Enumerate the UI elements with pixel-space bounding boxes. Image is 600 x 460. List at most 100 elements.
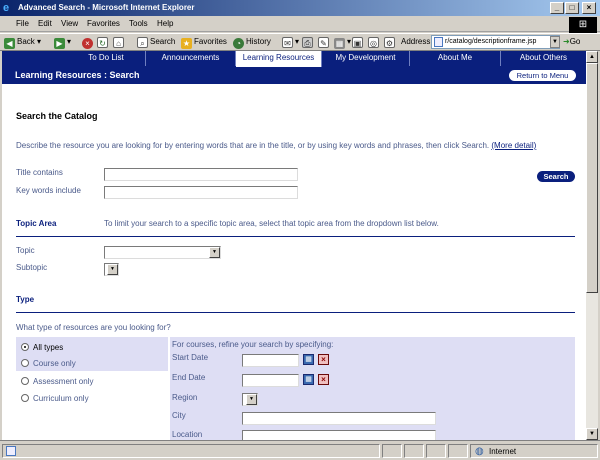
radio-all-types[interactable]: [21, 343, 29, 351]
stop-icon: ×: [82, 38, 93, 49]
discuss-button[interactable]: ▦ ▾: [334, 37, 351, 49]
region-label: Region: [172, 393, 198, 402]
menu-help[interactable]: Help: [157, 19, 173, 28]
start-date-label: Start Date: [172, 353, 209, 362]
mail-icon: ✉: [282, 37, 293, 48]
window-title: Advanced Search - Microsoft Internet Exp…: [18, 3, 195, 12]
scroll-down-icon[interactable]: ▼: [586, 428, 598, 440]
status-panel: [382, 444, 402, 458]
page-icon: [434, 37, 443, 47]
print-button[interactable]: ⎙: [302, 37, 315, 48]
back-button[interactable]: ◀ Back ▾: [4, 37, 41, 49]
close-button[interactable]: ×: [582, 2, 596, 14]
region-select[interactable]: ▼: [242, 393, 258, 406]
menu-favorites[interactable]: Favorites: [87, 19, 120, 28]
menu-edit[interactable]: Edit: [38, 19, 52, 28]
chevron-down-icon: ▼: [246, 394, 257, 405]
zone-label: Internet: [489, 447, 517, 456]
topic-select[interactable]: ▼: [104, 246, 221, 259]
search-button[interactable]: Search: [537, 171, 575, 182]
tools-icon: ⚙: [384, 37, 395, 48]
scroll-thumb[interactable]: [586, 63, 598, 293]
topic-area-heading: Topic Area: [16, 219, 57, 228]
status-panel: [426, 444, 446, 458]
calendar-icon[interactable]: ▦: [303, 354, 314, 365]
refresh-button[interactable]: ↻: [97, 37, 110, 48]
radio-curriculum-only[interactable]: [21, 394, 29, 402]
radio-label-course-only: Course only: [33, 359, 76, 368]
minimize-button[interactable]: _: [550, 2, 564, 14]
favorites-button[interactable]: ★ Favorites: [181, 37, 227, 49]
more-detail-link[interactable]: (More detail): [491, 141, 536, 150]
mail-button[interactable]: ✉ ▾: [282, 37, 299, 48]
go-button[interactable]: ➜Go: [563, 37, 580, 46]
page-title: Search the Catalog: [16, 111, 98, 121]
radio-assessment-only[interactable]: [21, 377, 29, 385]
search-button-toolbar[interactable]: ⌕ Search: [137, 37, 175, 48]
topic-area-hint: To limit your search to a specific topic…: [104, 219, 439, 228]
messenger-button[interactable]: ▣: [352, 37, 365, 48]
title-contains-input[interactable]: [104, 168, 298, 181]
catalog-description: Describe the resource you are looking fo…: [16, 141, 537, 150]
keywords-label: Key words include: [16, 186, 81, 195]
type-heading: Type: [16, 295, 35, 304]
keywords-input[interactable]: [104, 186, 298, 199]
calendar-icon[interactable]: ▦: [303, 374, 314, 385]
address-dropdown[interactable]: ▼: [550, 36, 560, 48]
vertical-scrollbar[interactable]: ▲ ▼: [586, 51, 598, 440]
radio-label-all-types: All types: [33, 343, 64, 352]
edit-button[interactable]: ✎: [318, 37, 331, 48]
location-label: Location: [172, 430, 203, 439]
clear-date-icon[interactable]: ×: [318, 374, 329, 385]
tab-my-development[interactable]: My Development: [322, 51, 410, 66]
radio-course-only[interactable]: [21, 359, 29, 367]
type-question: What type of resources are you looking f…: [16, 323, 171, 332]
divider: [16, 236, 575, 237]
address-input[interactable]: r/catalog/descriptionframe.jsp: [431, 35, 560, 49]
refresh-icon: ↻: [97, 37, 108, 48]
tools-button[interactable]: ⚙: [384, 37, 397, 48]
topic-label: Topic: [16, 246, 35, 255]
start-date-input[interactable]: [242, 354, 299, 367]
discuss-icon: ▦: [334, 38, 345, 49]
menu-view[interactable]: View: [61, 19, 78, 28]
menu-tools[interactable]: Tools: [129, 19, 148, 28]
end-date-input[interactable]: [242, 374, 299, 387]
research-button[interactable]: ◎: [368, 37, 381, 48]
messenger-icon: ▣: [352, 37, 363, 48]
history-button[interactable]: ◔ History: [233, 37, 271, 49]
research-icon: ◎: [368, 37, 379, 48]
back-arrow-icon: ◀: [4, 38, 15, 49]
radio-label-curriculum-only: Curriculum only: [33, 394, 89, 403]
title-bar: e Advanced Search - Microsoft Internet E…: [0, 0, 600, 16]
maximize-button[interactable]: □: [565, 2, 579, 14]
favorites-icon: ★: [181, 38, 192, 49]
scroll-up-icon[interactable]: ▲: [586, 51, 598, 63]
subtopic-select[interactable]: ▼: [104, 263, 119, 276]
status-bar: ◍ Internet: [0, 440, 600, 460]
return-to-menu-button[interactable]: Return to Menu: [509, 70, 576, 81]
tab-about-others[interactable]: About Others: [501, 51, 586, 66]
go-arrow-icon: ➜: [563, 37, 570, 46]
nav-tabs: To Do List Announcements Learning Resour…: [2, 51, 586, 67]
status-text-panel: [2, 444, 380, 458]
forward-button[interactable]: ▶ ▾: [54, 37, 71, 49]
menu-file[interactable]: File: [16, 19, 29, 28]
forward-arrow-icon: ▶: [54, 38, 65, 49]
tab-to-do-list[interactable]: To Do List: [67, 51, 146, 66]
tab-announcements[interactable]: Announcements: [146, 51, 236, 66]
title-contains-label: Title contains: [16, 168, 63, 177]
chevron-down-icon: ▼: [107, 264, 118, 275]
end-date-label: End Date: [172, 373, 206, 382]
location-input[interactable]: [242, 430, 436, 440]
tab-learning-resources[interactable]: Learning Resources: [236, 51, 322, 67]
city-input[interactable]: [242, 412, 436, 425]
status-panel: [448, 444, 468, 458]
clear-date-icon[interactable]: ×: [318, 354, 329, 365]
home-button[interactable]: ⌂: [113, 37, 126, 48]
city-label: City: [172, 411, 186, 420]
tab-about-me[interactable]: About Me: [410, 51, 501, 66]
globe-icon: ◍: [475, 446, 484, 457]
ie-logo-icon: e: [3, 2, 10, 14]
stop-button[interactable]: ×: [82, 37, 95, 49]
